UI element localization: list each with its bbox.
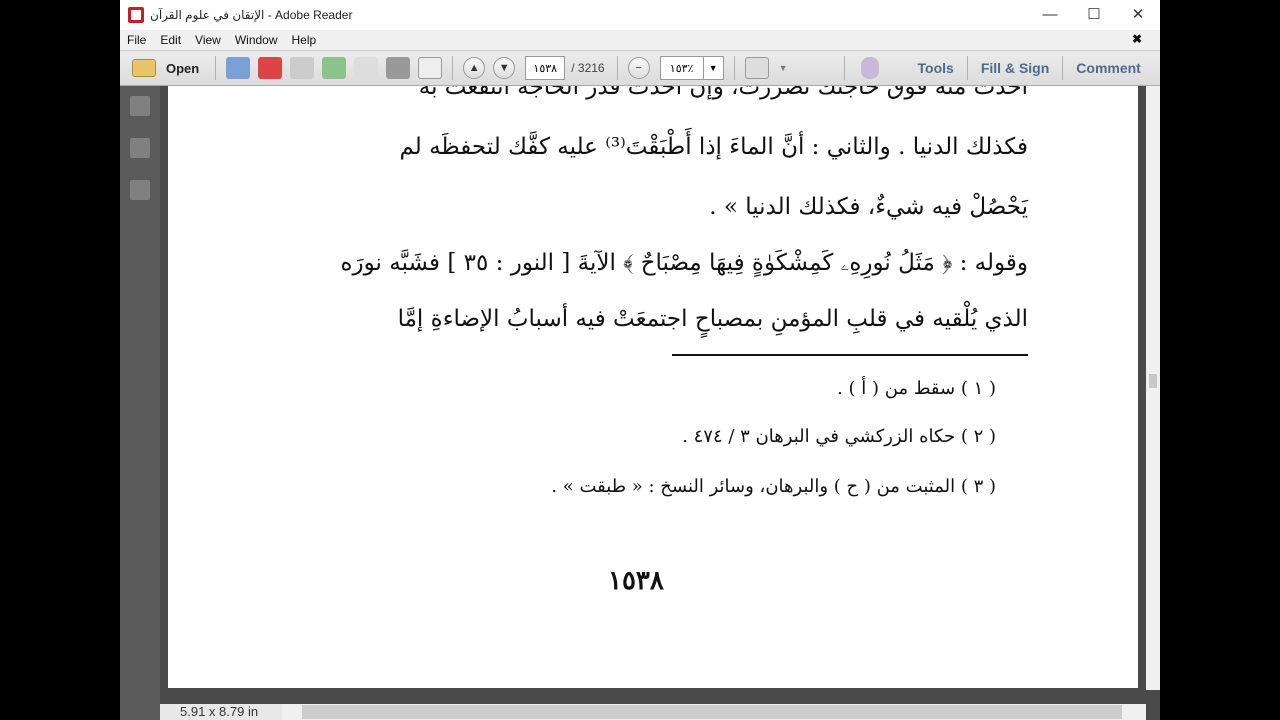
bookmarks-icon[interactable]	[130, 138, 150, 158]
maximize-button[interactable]: ☐	[1072, 4, 1116, 26]
fit-page-icon[interactable]	[744, 57, 769, 79]
menu-bar: File Edit View Window Help ✖	[120, 30, 1160, 50]
tools-tab[interactable]: Tools	[905, 60, 967, 76]
toolbar: Open ▲ ▼ ١٥٣٨ / 3216 − ١٥٣٪ ▼ ▼ Tools Fi…	[120, 50, 1160, 86]
adobe-reader-window: الإتقان في علوم القرآن - Adobe Reader — …	[120, 0, 1160, 720]
edit-pdf-icon[interactable]	[290, 57, 315, 79]
navigation-pane	[120, 86, 160, 720]
page-size: 5.91 x 8.79 in	[160, 704, 282, 720]
menu-edit[interactable]: Edit	[160, 33, 181, 47]
horizontal-scrollbar[interactable]	[282, 704, 1146, 720]
next-page-button[interactable]: ▼	[493, 57, 516, 79]
footnote-separator	[672, 354, 1028, 356]
convert-icon[interactable]	[258, 57, 283, 79]
footnote: ( ٣ ) المثبت من ( ح ) والبرهان، وسائر ال…	[551, 476, 996, 497]
menu-file[interactable]: File	[127, 33, 146, 47]
footnote: ( ٢ ) حكاه الزركشي في البرهان ٣ / ٤٧٤ .	[682, 426, 996, 447]
menu-help[interactable]: Help	[292, 33, 317, 47]
menu-view[interactable]: View	[195, 33, 221, 47]
menu-window[interactable]: Window	[235, 33, 278, 47]
vertical-scrollbar[interactable]	[1146, 86, 1160, 690]
zoom-input[interactable]: ١٥٣٪	[659, 56, 704, 80]
window-title: الإتقان في علوم القرآن - Adobe Reader	[150, 8, 353, 22]
text-line: يَحْصُلْ فيه شيءٌ، فكذلك الدنيا » .	[709, 194, 1028, 220]
page-thumbnails-icon[interactable]	[130, 96, 150, 116]
text-line: أخذت منه فوق حاجتك تضررت، وإن أخذت قدر ا…	[418, 86, 1028, 100]
hand-tool-icon[interactable]	[860, 57, 879, 79]
print-icon[interactable]	[386, 57, 411, 79]
footnote: ( ١ ) سقط من ( أ ) .	[837, 378, 996, 399]
zoom-out-button[interactable]: −	[627, 57, 650, 79]
folder-icon	[132, 59, 156, 77]
open-button[interactable]: Open	[128, 59, 199, 77]
page-total: / 3216	[571, 61, 605, 75]
zoom-dropdown[interactable]: ▼	[703, 56, 724, 80]
pdf-app-icon	[128, 7, 144, 23]
attachments-icon[interactable]	[130, 180, 150, 200]
minimize-button[interactable]: —	[1028, 4, 1072, 26]
text-line: فكذلك الدنيا . والثاني : أنَّ الماءَ إذا…	[399, 134, 1028, 160]
document-view: أخذت منه فوق حاجتك تضررت، وإن أخذت قدر ا…	[160, 86, 1146, 690]
save-icon[interactable]	[354, 57, 379, 79]
fill-sign-tab[interactable]: Fill & Sign	[968, 60, 1062, 76]
previous-page-button[interactable]: ▲	[463, 57, 486, 79]
text-line: وقوله : ﴿ مَثَلُ نُورِهِۦ كَمِشْكَوٰةٍ ف…	[340, 250, 1028, 276]
more-tools-icon[interactable]: ▼	[779, 63, 788, 73]
status-bar: 5.91 x 8.79 in	[160, 690, 1160, 720]
page-number: ١٥٣٨	[608, 566, 664, 596]
comment-tab[interactable]: Comment	[1063, 60, 1154, 76]
close-document-button[interactable]: ✖	[1132, 32, 1142, 46]
title-bar: الإتقان في علوم القرآن - Adobe Reader — …	[120, 0, 1160, 30]
page-number-input[interactable]: ١٥٣٨	[525, 56, 566, 80]
email-icon[interactable]	[418, 57, 443, 79]
close-button[interactable]: ✕	[1116, 4, 1160, 26]
pdf-page: أخذت منه فوق حاجتك تضررت، وإن أخذت قدر ا…	[168, 86, 1138, 688]
cloud-upload-icon[interactable]	[322, 57, 347, 79]
create-pdf-icon[interactable]	[226, 57, 251, 79]
text-line: الذي يُلْقيه في قلبِ المؤمنِ بمصباحٍ اجت…	[397, 306, 1028, 332]
